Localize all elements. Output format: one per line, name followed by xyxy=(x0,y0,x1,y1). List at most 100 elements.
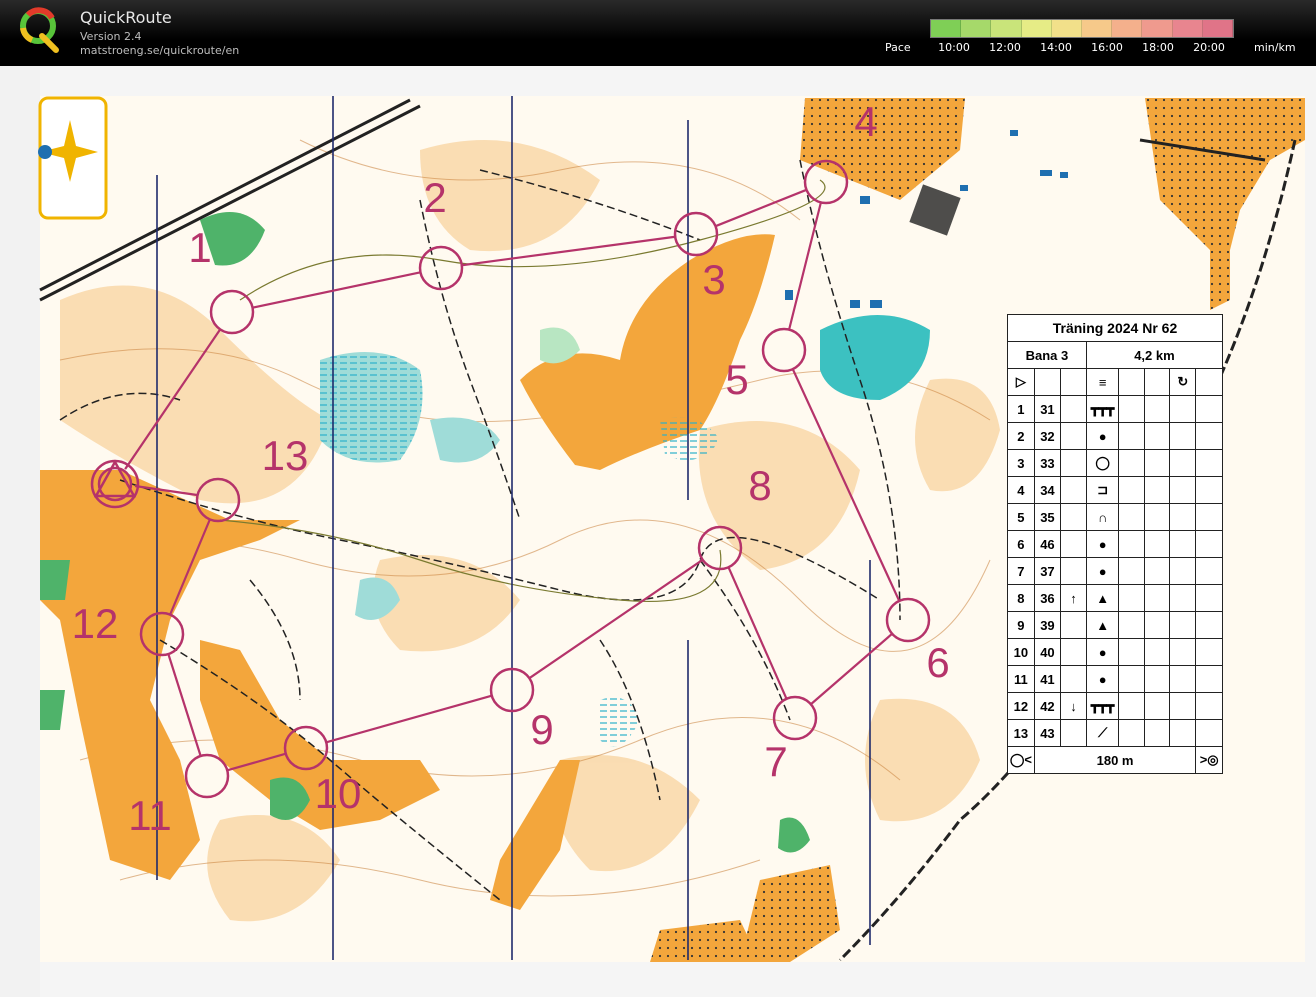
pace-color-segment xyxy=(961,20,992,37)
cd-code: 37 xyxy=(1033,557,1062,585)
cd-symbol: ▲ xyxy=(1085,584,1120,612)
app-version: Version 2.4 xyxy=(80,30,142,43)
cd-num: 13 xyxy=(1007,719,1035,747)
cd-num: 3 xyxy=(1007,449,1035,477)
cd-dir xyxy=(1060,665,1087,693)
cd-code: 42 xyxy=(1033,692,1062,720)
cd-empty-cell xyxy=(1169,719,1197,747)
cd-row: 10 40 ● xyxy=(1007,638,1223,666)
cd-empty-cell xyxy=(1169,584,1197,612)
cd-code: 39 xyxy=(1033,611,1062,639)
cd-symbol: ⟋ xyxy=(1085,719,1120,747)
pace-tick: 20:00 xyxy=(1193,41,1225,54)
pace-color-segment xyxy=(1051,20,1083,37)
cd-row: 13 43 ⟋ xyxy=(1007,719,1223,747)
cd-empty-cell xyxy=(1118,692,1145,720)
cd-row: 9 39 ▲ xyxy=(1007,611,1223,639)
cd-symbol: ⊐ xyxy=(1085,476,1120,504)
pace-color-segment xyxy=(991,20,1022,37)
cd-empty-cell xyxy=(1195,449,1223,477)
cd-code: 34 xyxy=(1033,476,1062,504)
cd-code: 33 xyxy=(1033,449,1062,477)
cd-num: 2 xyxy=(1007,422,1035,450)
pace-tick: 12:00 xyxy=(989,41,1021,54)
cd-empty-cell xyxy=(1118,503,1145,531)
cd-num: 8 xyxy=(1007,584,1035,612)
rough-open-area xyxy=(1210,250,1230,310)
cd-dir: ↑ xyxy=(1060,584,1087,612)
pace-tick: 14:00 xyxy=(1040,41,1072,54)
cd-empty-cell xyxy=(1118,476,1145,504)
cd-dir xyxy=(1060,557,1087,585)
cd-symbol: ▲ xyxy=(1085,611,1120,639)
cd-empty-cell xyxy=(1143,476,1171,504)
pace-tick: 16:00 xyxy=(1091,41,1123,54)
cd-code: 36 xyxy=(1033,584,1062,612)
control-number: 13 xyxy=(262,432,309,479)
map-emblem xyxy=(38,96,108,220)
cd-empty-cell xyxy=(1169,476,1197,504)
cd-empty-cell xyxy=(1118,422,1145,450)
cd-row: 5 35 ∩ xyxy=(1007,503,1223,531)
cd-empty-cell xyxy=(1195,476,1223,504)
control-number: 4 xyxy=(854,98,877,145)
cd-num: 10 xyxy=(1007,638,1035,666)
control-number: 6 xyxy=(926,639,949,686)
cd-empty-cell xyxy=(1118,584,1145,612)
cd-empty-cell xyxy=(1143,503,1171,531)
control-number: 3 xyxy=(702,256,725,303)
cd-dir: ↓ xyxy=(1060,692,1087,720)
cd-code: 41 xyxy=(1033,665,1062,693)
app-url[interactable]: matstroeng.se/quickroute/en xyxy=(80,44,239,57)
control-number: 5 xyxy=(725,356,748,403)
cd-empty-cell xyxy=(1195,530,1223,558)
cd-empty-cell xyxy=(1118,665,1145,693)
cd-symbol: ● xyxy=(1085,665,1120,693)
cd-num: 5 xyxy=(1007,503,1035,531)
cd-empty-cell xyxy=(1143,665,1171,693)
cd-empty-cell xyxy=(1143,395,1171,423)
cd-empty-cell xyxy=(1118,530,1145,558)
cd-dir xyxy=(1060,638,1087,666)
control-number: 1 xyxy=(188,224,211,271)
cd-dir xyxy=(1060,503,1087,531)
pace-tick: 18:00 xyxy=(1142,41,1174,54)
cd-empty-cell xyxy=(1143,638,1171,666)
cd-symbol: ┳┳┳ xyxy=(1085,395,1120,423)
cd-row: 11 41 ● xyxy=(1007,665,1223,693)
pace-color-segment xyxy=(1112,20,1143,37)
map-viewport[interactable]: 1 2 3 4 5 6 7 8 9 10 11 12 13 Träning 2024 Nr 62 Ban… xyxy=(0,66,1316,997)
cd-title: Träning 2024 Nr 62 xyxy=(1007,314,1223,342)
control-number: 7 xyxy=(764,738,787,785)
cd-empty-cell xyxy=(1143,584,1171,612)
cd-empty-cell xyxy=(1118,557,1145,585)
cd-dir xyxy=(1060,395,1087,423)
cd-empty-cell xyxy=(1195,584,1223,612)
cd-empty-cell xyxy=(1118,395,1145,423)
quickroute-logo-icon xyxy=(20,7,59,53)
cd-empty-cell xyxy=(1169,611,1197,639)
cd-empty-cell xyxy=(1169,557,1197,585)
cd-empty-cell xyxy=(1118,611,1145,639)
cd-symbol: ∩ xyxy=(1085,503,1120,531)
cd-dir xyxy=(1060,719,1087,747)
start-triangle-icon: ▷ xyxy=(1007,368,1035,396)
cd-empty-cell xyxy=(1118,719,1145,747)
finish-circle-icon: >◎ xyxy=(1195,746,1223,774)
cd-num: 4 xyxy=(1007,476,1035,504)
app-title: QuickRoute xyxy=(80,8,172,27)
cd-empty-cell xyxy=(1143,422,1171,450)
pace-color-segment xyxy=(1142,20,1173,37)
cd-row: 2 32 ● xyxy=(1007,422,1223,450)
cd-row: 12 42 ↓ ┳┳┳ xyxy=(1007,692,1223,720)
cd-code: 43 xyxy=(1033,719,1062,747)
cd-num: 12 xyxy=(1007,692,1035,720)
cd-row: 1 31 ┳┳┳ xyxy=(1007,395,1223,423)
road-symbol-icon: ≡ xyxy=(1085,368,1120,396)
cd-code: 46 xyxy=(1033,530,1062,558)
control-number: 9 xyxy=(530,706,553,753)
cd-code: 32 xyxy=(1033,422,1062,450)
cd-empty-cell xyxy=(1169,503,1197,531)
cd-num: 9 xyxy=(1007,611,1035,639)
control-number: 11 xyxy=(128,792,172,839)
